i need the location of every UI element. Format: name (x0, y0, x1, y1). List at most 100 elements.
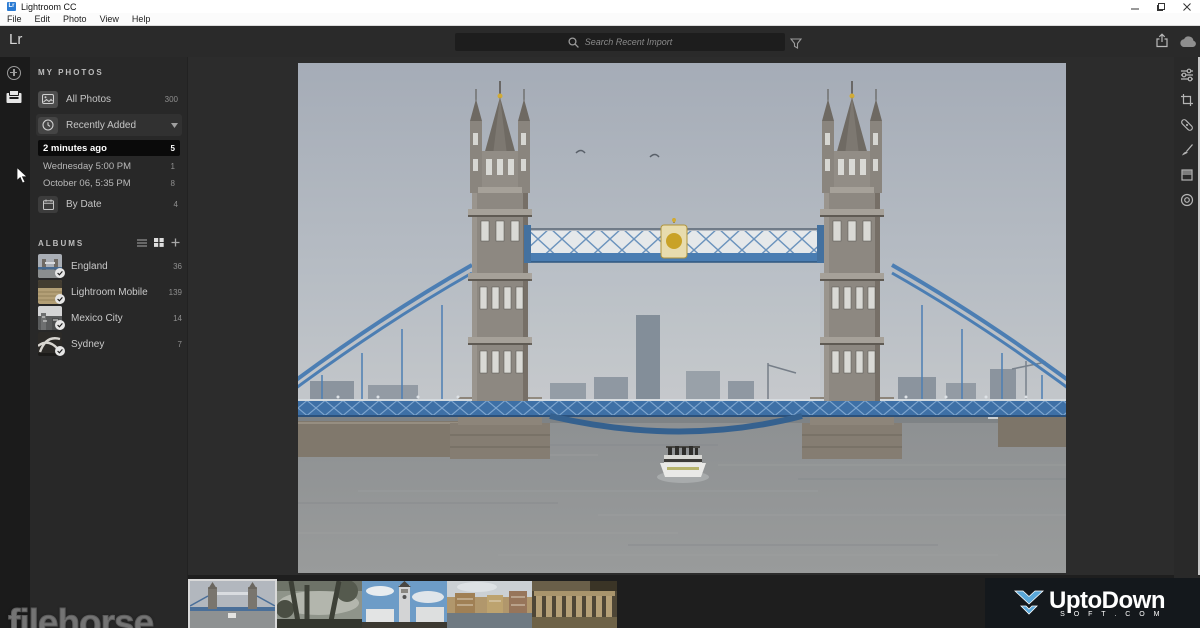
recent-group-row[interactable]: October 06, 5:35 PM 8 (38, 175, 180, 191)
tower-bridge-photo (298, 63, 1066, 573)
recent-group-count: 5 (171, 144, 175, 153)
album-row-mexico-city[interactable]: Mexico City 14 (36, 305, 182, 331)
linear-gradient-button[interactable] (1180, 168, 1194, 182)
album-count: 139 (169, 288, 182, 297)
menu-photo[interactable]: Photo (63, 14, 87, 24)
album-row-lightroom-mobile[interactable]: Lightroom Mobile 139 (36, 279, 182, 305)
album-cover-sydney (38, 332, 62, 356)
recent-group-label: Wednesday 5:00 PM (43, 161, 131, 172)
adjust-sliders-icon (1180, 68, 1194, 82)
menu-edit[interactable]: Edit (35, 14, 51, 24)
all-photos-icon (38, 91, 58, 108)
album-count: 7 (178, 340, 182, 349)
all-photos-label: All Photos (66, 94, 111, 105)
albums-header: ALBUMS (38, 239, 84, 248)
close-icon (1183, 3, 1191, 11)
filmstrip-thumb-tower-bridge[interactable] (190, 581, 275, 628)
album-cover-lightroom-mobile (38, 280, 62, 304)
album-count: 36 (173, 262, 182, 271)
crop-rotate-button[interactable] (1180, 93, 1194, 107)
album-cover-england (38, 254, 62, 278)
sidebar-item-by-date[interactable]: By Date 4 (36, 193, 182, 215)
sidebar: MY PHOTOS All Photos 300 Recently Added … (30, 57, 188, 628)
filmstrip-thumb-clock-tower[interactable] (362, 581, 447, 628)
linear-gradient-icon (1180, 168, 1194, 182)
healing-brush-icon (1180, 118, 1194, 132)
minimize-button[interactable] (1122, 0, 1148, 13)
radial-gradient-icon (1180, 193, 1194, 207)
filmstrip-thumb-stone-colonnade[interactable] (532, 581, 617, 628)
filter-button[interactable] (790, 36, 802, 54)
my-photos-header: MY PHOTOS (38, 68, 104, 77)
sidebar-item-recently-added[interactable]: Recently Added (36, 114, 182, 136)
uptodown-arrow-icon (1014, 590, 1044, 617)
menu-view[interactable]: View (100, 14, 119, 24)
menu-help[interactable]: Help (132, 14, 151, 24)
maximize-button[interactable] (1148, 0, 1174, 13)
lightroom-app-window: Lr Lightroom CC File Edit Photo View Hel… (0, 0, 1200, 628)
grid-view-icon (154, 238, 164, 247)
recent-group-count: 1 (171, 162, 175, 171)
list-view-button[interactable] (137, 234, 147, 252)
search-icon (568, 37, 579, 48)
maximize-icon (1157, 3, 1165, 11)
cloud-sync-button[interactable] (1179, 35, 1197, 53)
crop-icon (1180, 93, 1194, 107)
add-album-button[interactable] (171, 234, 180, 252)
tower-bridge-thumbnail (190, 581, 275, 628)
brush-button[interactable] (1180, 143, 1194, 157)
recently-added-label: Recently Added (66, 120, 136, 131)
chevron-down-icon[interactable] (171, 120, 178, 131)
album-cover-mexico-city (38, 306, 62, 330)
search-placeholder: Search Recent Import (585, 37, 673, 47)
import-tray-icon (6, 90, 22, 104)
album-row-sydney[interactable]: Sydney 7 (36, 331, 182, 357)
adjust-sliders-button[interactable] (1180, 68, 1194, 82)
sidebar-item-all-photos[interactable]: All Photos 300 (36, 88, 182, 110)
clock-tower-thumbnail (362, 581, 447, 628)
share-button[interactable] (1155, 33, 1169, 53)
edit-tools-rail (1174, 57, 1200, 628)
add-photos-button[interactable] (7, 66, 21, 80)
all-photos-count: 300 (165, 95, 178, 104)
menu-file[interactable]: File (7, 14, 22, 24)
filmstrip-thumb-foggy-trees[interactable] (277, 581, 362, 628)
app-header: Lr Search Recent Import (0, 26, 1200, 57)
healing-brush-button[interactable] (1180, 118, 1194, 132)
window-title: Lightroom CC (21, 2, 77, 12)
album-name: Sydney (71, 339, 104, 350)
brush-icon (1180, 143, 1194, 157)
import-tray-button[interactable] (6, 90, 22, 109)
clock-icon (38, 117, 58, 134)
uptodown-watermark: UptoDown S O F T . C O M (985, 578, 1200, 628)
main-photo-viewer[interactable] (298, 63, 1066, 573)
filter-funnel-icon (790, 38, 802, 49)
uptodown-brand-text: UptoDown (1049, 589, 1165, 613)
search-input[interactable]: Search Recent Import (455, 33, 785, 51)
add-album-icon (171, 238, 180, 247)
recent-group-row[interactable]: 2 minutes ago 5 (38, 140, 180, 156)
recent-group-count: 8 (171, 179, 175, 188)
radial-gradient-button[interactable] (1180, 193, 1194, 207)
album-name: Mexico City (71, 313, 123, 324)
arrow-cursor (16, 167, 28, 189)
app-icon-lr: Lr (7, 2, 16, 11)
close-button[interactable] (1174, 0, 1200, 13)
menu-bar: File Edit Photo View Help (0, 13, 1200, 26)
by-date-label: By Date (66, 199, 102, 210)
cloud-sync-icon (1179, 36, 1197, 48)
album-name: Lightroom Mobile (71, 287, 148, 298)
minimize-icon (1131, 3, 1139, 11)
album-row-england[interactable]: England 36 (36, 253, 182, 279)
calendar-icon (38, 196, 58, 213)
lightroom-logo: Lr (9, 31, 22, 48)
album-count: 14 (173, 314, 182, 323)
riverfront-buildings-thumbnail (447, 581, 532, 628)
filehorse-watermark: filehorse (8, 602, 153, 628)
by-date-count: 4 (174, 200, 178, 209)
sync-check-badge (55, 346, 65, 359)
filmstrip-thumb-riverfront-buildings[interactable] (447, 581, 532, 628)
grid-view-button[interactable] (154, 234, 164, 252)
recent-group-row[interactable]: Wednesday 5:00 PM 1 (38, 158, 180, 174)
foggy-trees-thumbnail (277, 581, 362, 628)
